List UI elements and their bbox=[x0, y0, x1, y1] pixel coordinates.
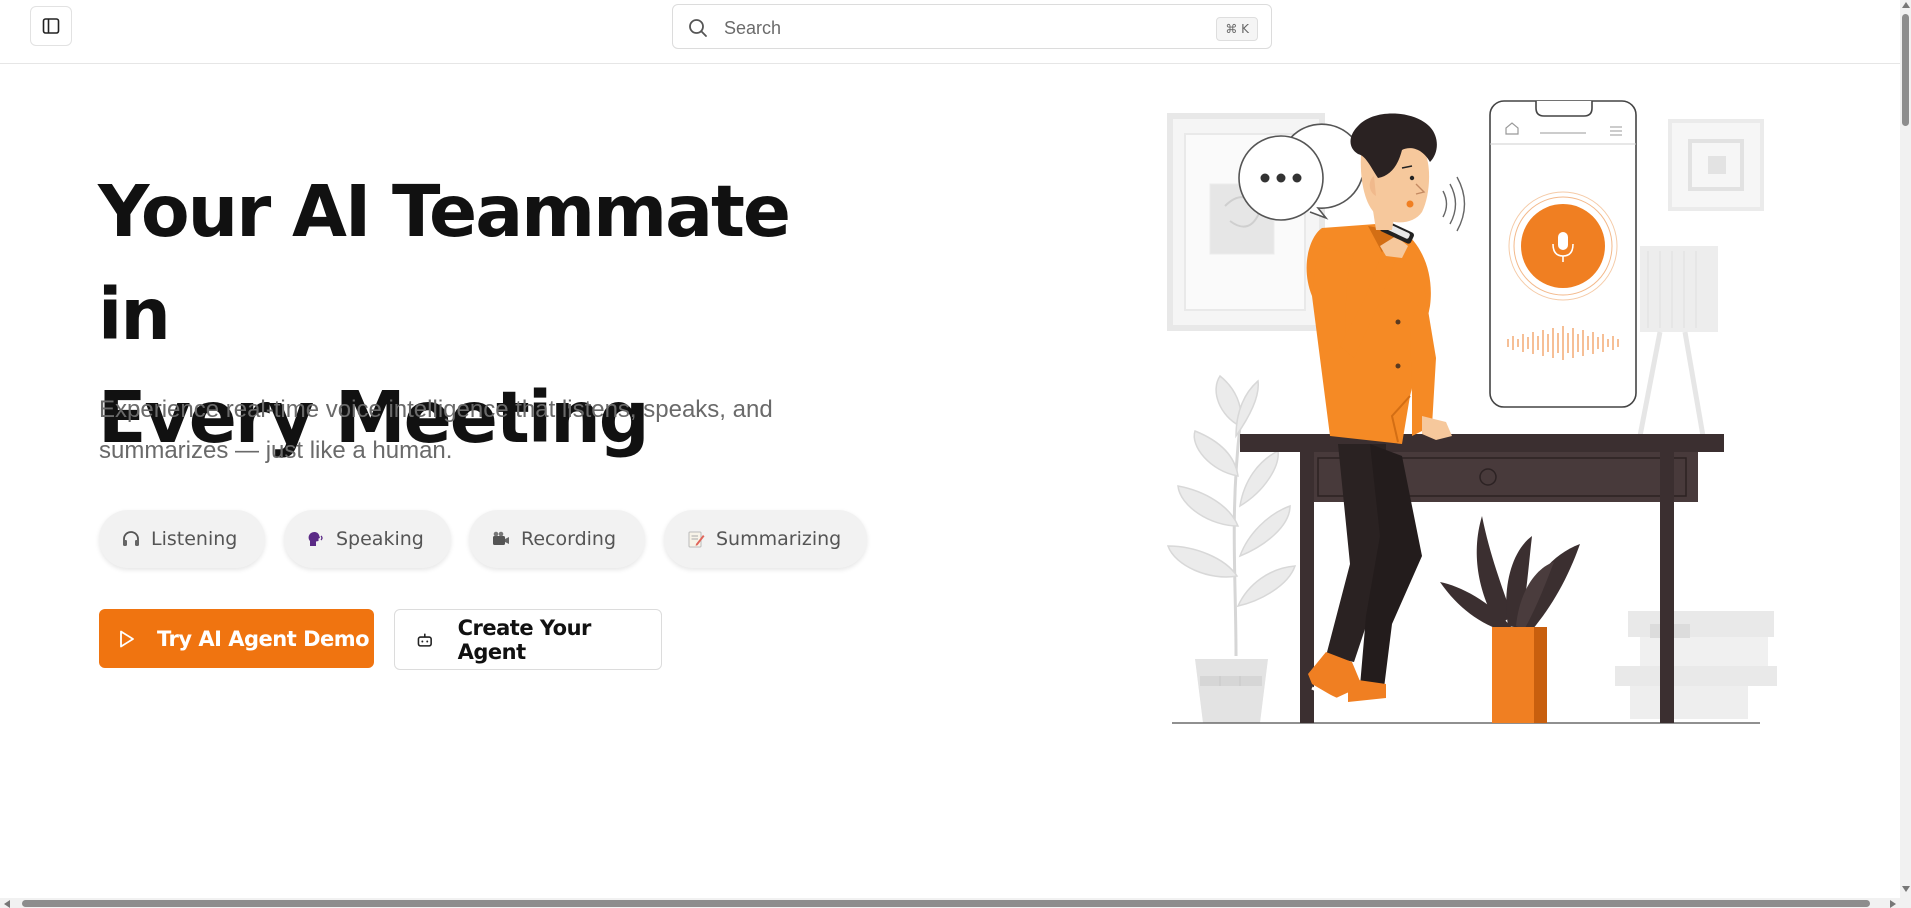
background-boxes bbox=[1615, 611, 1777, 719]
search-placeholder: Search bbox=[724, 18, 782, 38]
chip-speaking[interactable]: Speaking bbox=[284, 510, 451, 568]
search-input[interactable]: Search ⌘ K bbox=[672, 4, 1272, 49]
play-icon bbox=[120, 630, 134, 647]
plant-pot-gray bbox=[1195, 659, 1268, 723]
chip-label: Summarizing bbox=[716, 528, 842, 550]
hero-subtitle: Experience real-time voice intelligence … bbox=[99, 389, 819, 471]
chip-summarizing[interactable]: Summarizing bbox=[664, 510, 867, 568]
search-icon bbox=[689, 19, 707, 37]
scroll-right-arrow-icon[interactable] bbox=[1890, 900, 1896, 908]
try-ai-agent-demo-label: Try AI Agent Demo bbox=[157, 626, 370, 651]
background-plant bbox=[1166, 374, 1297, 657]
sidebar-toggle-button[interactable] bbox=[30, 6, 72, 46]
chip-label: Listening bbox=[151, 528, 238, 550]
foreground-plant bbox=[1440, 516, 1580, 723]
wall-frame-right bbox=[1668, 119, 1764, 211]
top-bar: Search ⌘ K bbox=[0, 0, 1900, 64]
bot-icon bbox=[417, 633, 432, 647]
phone-mockup bbox=[1489, 100, 1637, 408]
hero-title-line-1: Your AI Teammate in bbox=[98, 170, 791, 356]
chip-label: Speaking bbox=[336, 528, 424, 550]
hero-subtitle-line-2: summarizes — just like a human. bbox=[99, 437, 453, 464]
try-ai-agent-demo-button[interactable]: Try AI Agent Demo bbox=[99, 609, 374, 668]
create-your-agent-label: Create Your Agent bbox=[457, 615, 592, 664]
sound-waves bbox=[1442, 176, 1466, 232]
scroll-down-arrow-icon[interactable] bbox=[1902, 886, 1910, 892]
horizontal-scrollbar[interactable] bbox=[0, 898, 1900, 908]
vertical-scrollbar[interactable] bbox=[1900, 0, 1911, 908]
chip-listening[interactable]: Listening bbox=[99, 510, 265, 568]
video-camera-icon bbox=[491, 529, 511, 549]
search-shortcut-badge: ⌘ K bbox=[1216, 17, 1258, 41]
vertical-scrollbar-thumb[interactable] bbox=[1902, 14, 1909, 126]
chip-recording[interactable]: Recording bbox=[469, 510, 645, 568]
scroll-up-arrow-icon[interactable] bbox=[1902, 2, 1910, 8]
background-lamp bbox=[1637, 246, 1718, 437]
headphones-icon bbox=[121, 529, 141, 549]
speaking-head-icon bbox=[306, 529, 326, 549]
scroll-left-arrow-icon[interactable] bbox=[4, 900, 10, 908]
hero-illustration bbox=[1166, 100, 1777, 724]
create-your-agent-button[interactable]: Create Your Agent bbox=[394, 609, 662, 670]
memo-icon bbox=[686, 529, 706, 549]
horizontal-scrollbar-thumb[interactable] bbox=[22, 900, 1870, 907]
hero-subtitle-line-1: Experience real-time voice intelligence … bbox=[99, 396, 773, 423]
sidebar-panel-icon bbox=[42, 18, 60, 34]
chip-label: Recording bbox=[521, 528, 617, 550]
